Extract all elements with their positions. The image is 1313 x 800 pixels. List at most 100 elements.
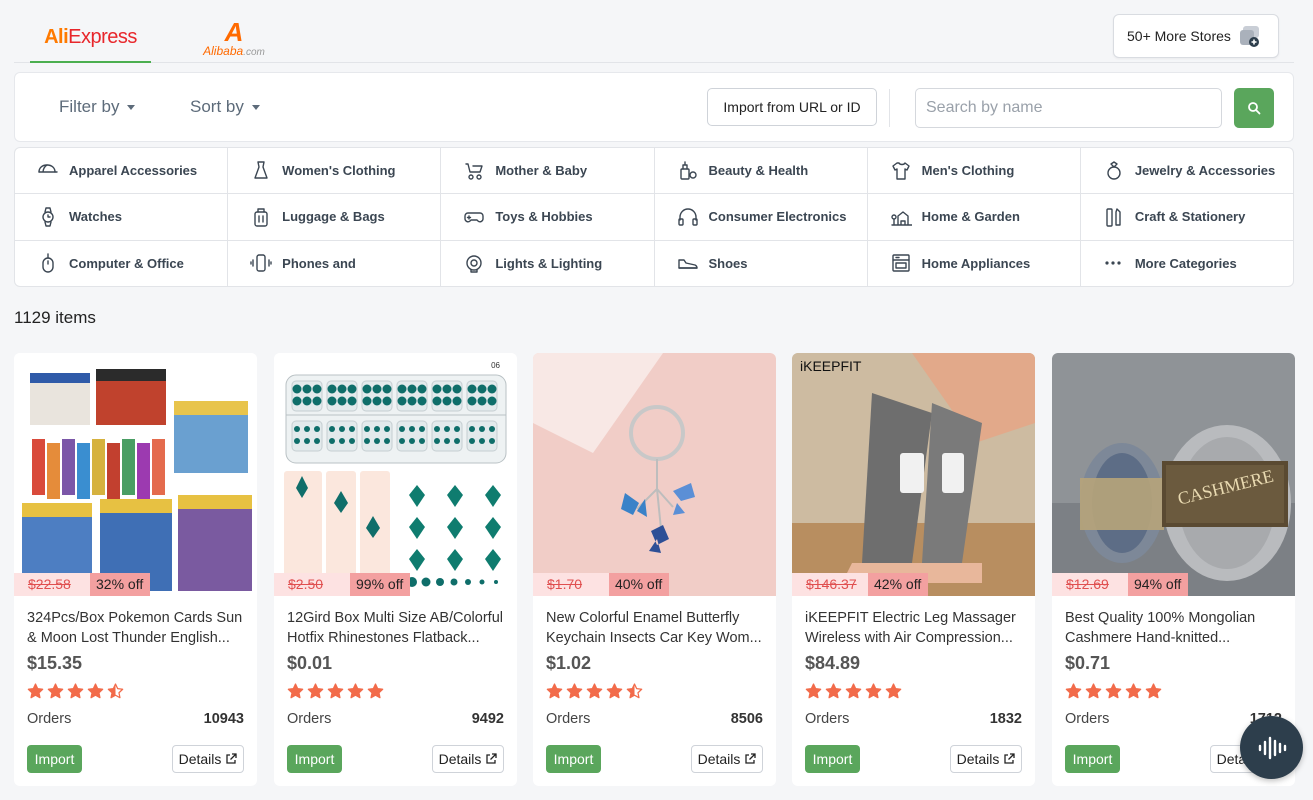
- product-image[interactable]: CASHMERE: [1052, 353, 1295, 596]
- import-from-url-button[interactable]: Import from URL or ID: [707, 88, 877, 126]
- sound-wave-icon: [1258, 736, 1286, 759]
- product-grid: $22.58 32% off 324Pcs/Box Pokemon Cards Su…: [14, 353, 1304, 800]
- product-image[interactable]: [533, 353, 776, 596]
- import-button[interactable]: Import: [287, 745, 342, 773]
- import-button[interactable]: Import: [1065, 745, 1120, 773]
- product-card: iKEEPFIT $146.37 42% off iKEEPFIT Electric …: [792, 353, 1035, 786]
- category-label: Craft & Stationery: [1134, 209, 1246, 225]
- product-card: 06 $2.50 99% off 12Gird Box Multi Size AB/C…: [274, 353, 517, 786]
- star-icon: [87, 683, 104, 699]
- image-caption: 06: [491, 361, 500, 370]
- category-watches[interactable]: Watches: [15, 194, 228, 240]
- tab-aliexpress[interactable]: AliExpress: [30, 14, 151, 63]
- category-jewelry-accessories[interactable]: Jewelry & Accessories: [1080, 148, 1293, 194]
- star-icon: [1105, 683, 1122, 699]
- rating-stars: [805, 683, 902, 699]
- category-mother-baby[interactable]: Mother & Baby: [441, 148, 654, 194]
- toolbar: Filter by Sort by Import from URL or ID: [14, 72, 1294, 142]
- category-computer-office[interactable]: Computer & Office: [15, 240, 228, 286]
- star-icon: [805, 683, 822, 699]
- product-image[interactable]: 06: [274, 353, 517, 596]
- category-label: Computer & Office: [69, 255, 184, 271]
- import-button[interactable]: Import: [805, 745, 860, 773]
- category-label: Toys & Hobbies: [495, 209, 593, 225]
- cap-icon: [38, 163, 58, 173]
- category-phones-and[interactable]: Phones and: [228, 240, 441, 286]
- category-home-garden[interactable]: Home & Garden: [867, 194, 1080, 240]
- category-beauty-health[interactable]: Beauty & Health: [654, 148, 867, 194]
- stationery-icon: [1106, 208, 1121, 227]
- import-button[interactable]: Import: [546, 745, 601, 773]
- external-link-icon: [486, 753, 498, 764]
- star-icon: [1125, 683, 1142, 699]
- product-price: $0.01: [287, 653, 333, 673]
- product-card: $22.58 32% off 324Pcs/Box Pokemon Cards Su…: [14, 353, 257, 786]
- category-home-appliances[interactable]: Home Appliances: [867, 240, 1080, 286]
- product-image[interactable]: [14, 353, 257, 596]
- alibaba-logo-com: .com: [243, 47, 265, 58]
- product-image[interactable]: iKEEPFIT: [792, 353, 1035, 596]
- search-input[interactable]: [915, 88, 1222, 128]
- category-women-s-clothing[interactable]: Women's Clothing: [228, 148, 441, 194]
- aliexpress-logo: AliExpress: [44, 26, 137, 48]
- search-icon: [1248, 102, 1261, 115]
- discount-badge: 42% off: [868, 573, 929, 596]
- phone-icon: [250, 254, 272, 273]
- sort-dropdown[interactable]: Sort by: [190, 97, 260, 117]
- orders-count: 1832: [989, 711, 1022, 727]
- category-more-categories[interactable]: More Categories: [1080, 240, 1293, 286]
- details-button[interactable]: Details: [432, 745, 504, 773]
- category-label: Lights & Lighting: [495, 255, 603, 271]
- product-title: 324Pcs/Box Pokemon Cards Sun & Moon Lost…: [27, 610, 243, 646]
- bulb-icon: [466, 255, 483, 274]
- external-link-icon: [745, 753, 757, 764]
- category-label: Home Appliances: [921, 255, 1031, 271]
- star-icon: [367, 683, 384, 699]
- discount-strip: $2.50 99% off: [274, 573, 411, 596]
- ring-icon: [1107, 160, 1121, 180]
- star-icon: [606, 683, 623, 699]
- category-label: Consumer Electronics: [708, 209, 847, 225]
- star-icon: [307, 683, 324, 699]
- gamepad-icon: [464, 212, 485, 223]
- category-label: Jewelry & Accessories: [1134, 163, 1276, 179]
- stores-icon: [1239, 25, 1261, 47]
- category-shoes[interactable]: Shoes: [654, 240, 867, 286]
- category-luggage-bags[interactable]: Luggage & Bags: [228, 194, 441, 240]
- voice-assistant-button[interactable]: [1240, 716, 1303, 779]
- chevron-down-icon: [127, 104, 136, 110]
- category-label: Shoes: [708, 255, 748, 271]
- external-link-icon: [226, 753, 238, 764]
- luggage-icon: [254, 208, 268, 227]
- orders-label: Orders: [805, 711, 850, 727]
- category-lights-lighting[interactable]: Lights & Lighting: [441, 240, 654, 286]
- orders-label: Orders: [287, 711, 332, 727]
- orders-label: Orders: [27, 711, 72, 727]
- category-label: Beauty & Health: [708, 163, 809, 179]
- product-price: $0.71: [1065, 653, 1111, 673]
- original-price: $146.37: [792, 573, 868, 596]
- details-button[interactable]: Details: [172, 745, 244, 773]
- import-button[interactable]: Import: [27, 745, 82, 773]
- stroller-icon: [465, 162, 484, 180]
- original-price: $22.58: [14, 573, 90, 596]
- product-price: $1.02: [546, 653, 592, 673]
- category-consumer-electronics[interactable]: Consumer Electronics: [654, 194, 867, 240]
- search-button[interactable]: [1234, 88, 1274, 128]
- shirt-icon: [891, 161, 910, 180]
- category-men-s-clothing[interactable]: Men's Clothing: [867, 148, 1080, 194]
- more-stores-label: 50+ More Stores: [1127, 28, 1231, 44]
- category-craft-stationery[interactable]: Craft & Stationery: [1080, 194, 1293, 240]
- filter-dropdown[interactable]: Filter by: [59, 97, 136, 117]
- category-label: Watches: [69, 209, 122, 225]
- item-count: 1129 items: [14, 308, 96, 327]
- home-garden-icon: [890, 211, 912, 226]
- details-button[interactable]: Details: [691, 745, 763, 773]
- category-apparel-accessories[interactable]: Apparel Accessories: [15, 148, 228, 194]
- details-label: Details: [438, 751, 482, 767]
- details-button[interactable]: Details: [950, 745, 1022, 773]
- category-toys-hobbies[interactable]: Toys & Hobbies: [441, 194, 654, 240]
- tab-alibaba[interactable]: A Alibaba.com: [184, 14, 284, 63]
- mouse-icon: [42, 253, 54, 274]
- more-stores-button[interactable]: 50+ More Stores: [1113, 14, 1279, 58]
